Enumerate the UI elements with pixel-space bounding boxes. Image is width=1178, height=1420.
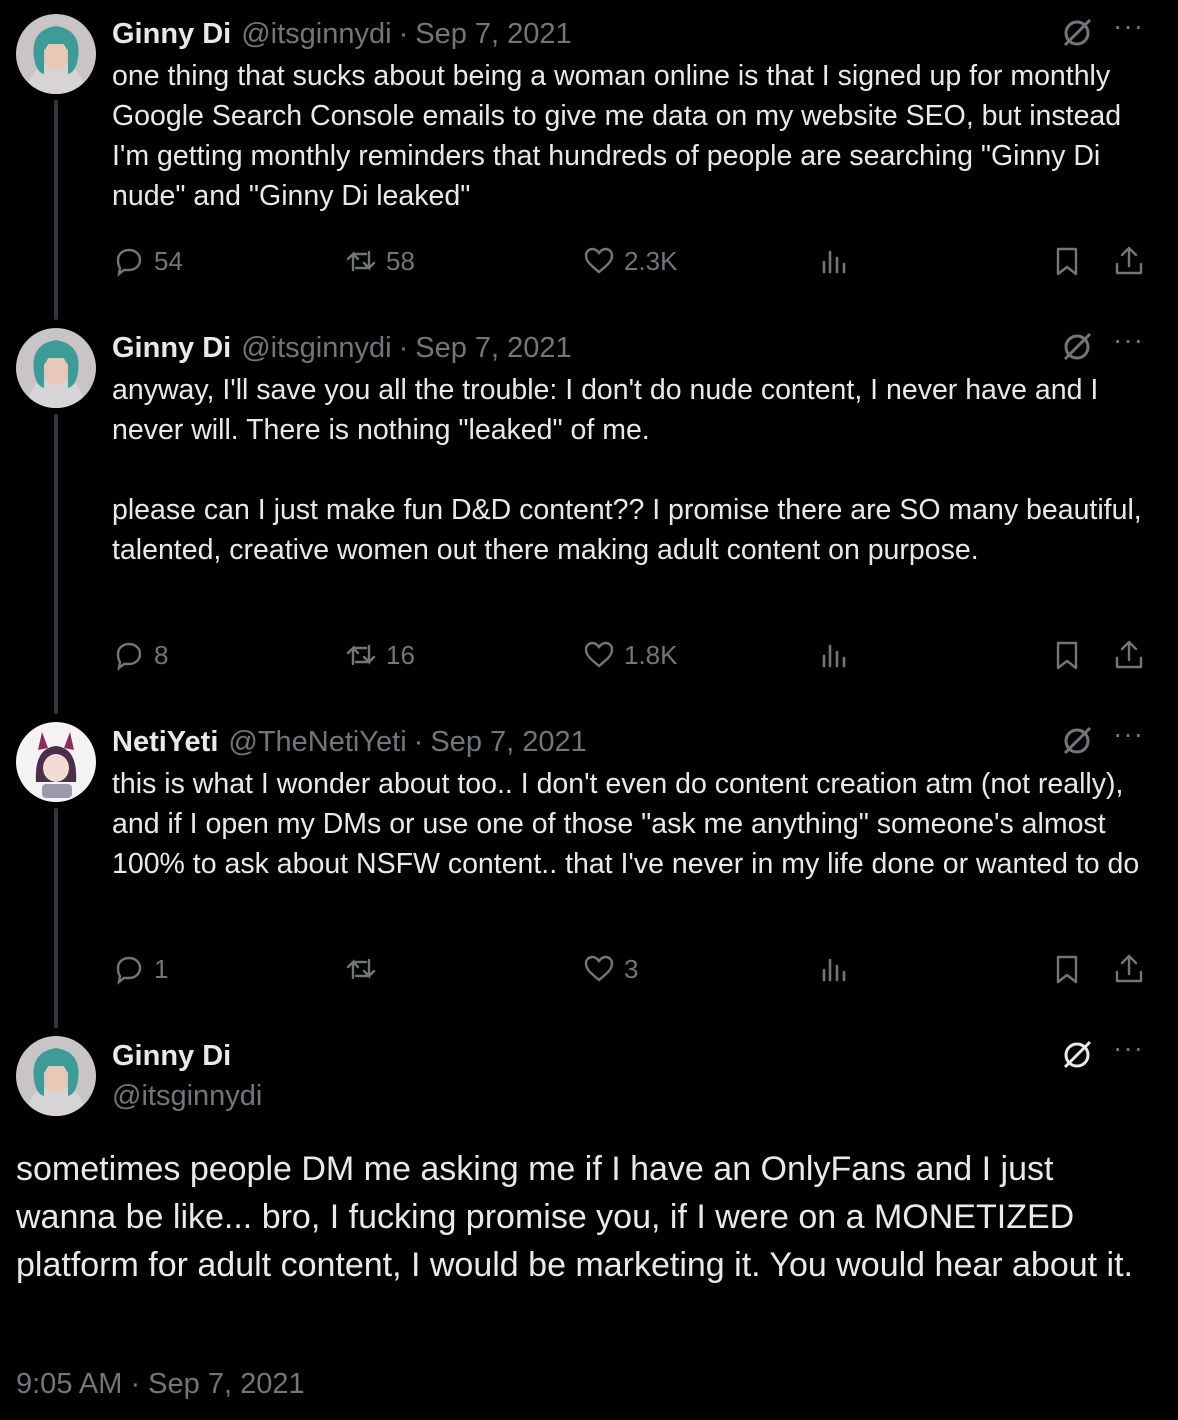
- thread-line: [54, 808, 58, 1028]
- reply-button[interactable]: 54: [112, 244, 183, 278]
- avatar[interactable]: [16, 14, 96, 94]
- share-button[interactable]: [1112, 244, 1146, 278]
- bookmark-button[interactable]: [1050, 952, 1084, 986]
- bookmark-icon: [1056, 641, 1078, 670]
- like-count: 1.8K: [624, 639, 678, 670]
- main-tweet-header: Ginny Di @itsginnydi ···: [112, 1032, 1144, 1116]
- avatar[interactable]: [16, 722, 96, 802]
- reply-count: 1: [154, 953, 169, 984]
- separator: ·: [398, 331, 409, 364]
- repost-count: 58: [386, 245, 415, 276]
- author-handle[interactable]: @itsginnydi: [241, 18, 391, 51]
- repost-icon: [346, 958, 376, 980]
- tweet-timestamp[interactable]: 9:05 AM · Sep 7, 2021: [16, 1368, 305, 1401]
- tweet-date[interactable]: Sep 7, 2021: [415, 18, 571, 51]
- share-icon: [1115, 640, 1143, 669]
- author-handle[interactable]: @itsginnydi: [112, 1076, 1144, 1116]
- more-icon[interactable]: ···: [1113, 10, 1144, 42]
- reply-icon: [116, 248, 142, 277]
- bookmark-icon: [1056, 955, 1078, 984]
- separator: ·: [413, 725, 424, 758]
- avatar[interactable]: [16, 328, 96, 408]
- thread-line: [54, 100, 58, 320]
- repost-icon: [346, 644, 376, 666]
- bookmark-button[interactable]: [1050, 638, 1084, 672]
- grok-icon[interactable]: [1060, 16, 1094, 50]
- more-icon[interactable]: ···: [1113, 718, 1144, 750]
- bookmark-button[interactable]: [1050, 244, 1084, 278]
- views-button[interactable]: [817, 952, 851, 986]
- author-name[interactable]: Ginny Di: [112, 332, 231, 365]
- author-name[interactable]: Ginny Di: [112, 1036, 1144, 1076]
- share-icon: [1115, 954, 1143, 983]
- repost-icon: [346, 250, 376, 272]
- tweet-header: Ginny Di @itsginnydi · Sep 7, 2021: [112, 14, 1144, 54]
- tweet-actions: 54 58 2.3K: [112, 244, 1144, 284]
- repost-button[interactable]: [344, 952, 386, 986]
- views-icon: [822, 250, 846, 274]
- grok-icon[interactable]: [1060, 330, 1094, 364]
- tweet-actions: 1 3: [112, 952, 1144, 992]
- main-tweet-text: sometimes people DM me asking me if I ha…: [16, 1150, 1134, 1284]
- views-icon: [822, 644, 846, 668]
- reply-count: 8: [154, 639, 169, 670]
- repost-count: 16: [386, 639, 415, 670]
- author-handle[interactable]: @TheNetiYeti: [228, 726, 406, 759]
- reply-icon: [116, 642, 142, 671]
- grok-icon[interactable]: [1060, 724, 1094, 758]
- more-icon[interactable]: ···: [1113, 324, 1144, 356]
- views-button[interactable]: [817, 638, 851, 672]
- tweet-text: one thing that sucks about being a woman…: [112, 60, 1130, 212]
- tweet[interactable]: NetiYeti @TheNetiYeti · Sep 7, 2021 ··· …: [112, 718, 1144, 884]
- like-button[interactable]: 2.3K: [582, 244, 678, 278]
- tweet-header: NetiYeti @TheNetiYeti · Sep 7, 2021: [112, 722, 1144, 762]
- like-count: 3: [624, 953, 639, 984]
- share-button[interactable]: [1112, 952, 1146, 986]
- like-count: 2.3K: [624, 245, 678, 276]
- repost-button[interactable]: 16: [344, 638, 415, 672]
- tweet-header: Ginny Di @itsginnydi · Sep 7, 2021: [112, 328, 1144, 368]
- reply-count: 54: [154, 245, 183, 276]
- author-handle[interactable]: @itsginnydi: [241, 332, 391, 365]
- views-icon: [822, 958, 846, 982]
- tweet[interactable]: Ginny Di @itsginnydi · Sep 7, 2021 ··· a…: [112, 324, 1144, 570]
- reply-button[interactable]: 8: [112, 638, 168, 672]
- author-name[interactable]: Ginny Di: [112, 18, 231, 51]
- avatar[interactable]: [16, 1036, 96, 1116]
- thread-line: [54, 414, 58, 714]
- grok-icon[interactable]: [1060, 1038, 1094, 1072]
- reply-icon: [116, 956, 142, 985]
- tweet-text: anyway, I'll save you all the trouble: I…: [112, 374, 1142, 566]
- views-button[interactable]: [817, 244, 851, 278]
- like-button[interactable]: 3: [582, 952, 638, 986]
- like-icon: [584, 247, 614, 274]
- author-name[interactable]: NetiYeti: [112, 726, 218, 759]
- tweet-text: this is what I wonder about too.. I don'…: [112, 768, 1140, 880]
- like-button[interactable]: 1.8K: [582, 638, 678, 672]
- more-icon[interactable]: ···: [1113, 1032, 1144, 1064]
- share-icon: [1115, 246, 1143, 275]
- like-icon: [584, 641, 614, 668]
- tweet[interactable]: Ginny Di @itsginnydi · Sep 7, 2021 ··· o…: [112, 10, 1144, 216]
- like-icon: [584, 955, 614, 982]
- tweet-date[interactable]: Sep 7, 2021: [430, 726, 586, 759]
- tweet-date[interactable]: Sep 7, 2021: [415, 332, 571, 365]
- tweet-actions: 8 16 1.8K: [112, 638, 1144, 678]
- repost-button[interactable]: 58: [344, 244, 415, 278]
- share-button[interactable]: [1112, 638, 1146, 672]
- reply-button[interactable]: 1: [112, 952, 168, 986]
- separator: ·: [398, 17, 409, 50]
- bookmark-icon: [1056, 247, 1078, 276]
